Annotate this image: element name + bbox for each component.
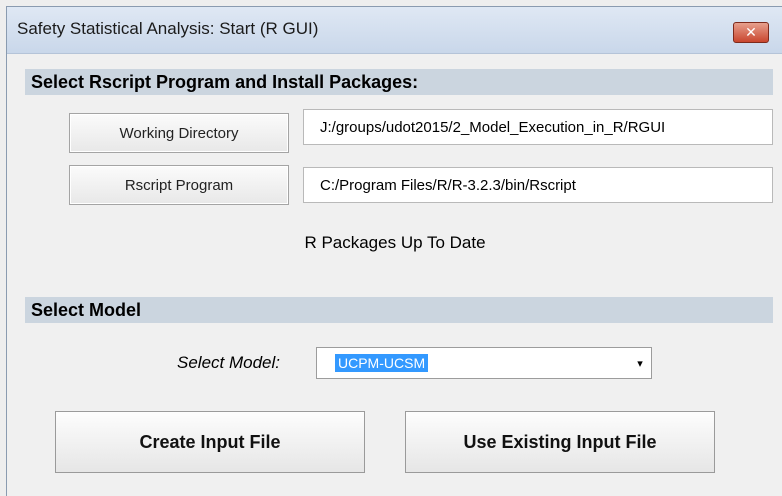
working-directory-field[interactable]: J:/groups/udot2015/2_Model_Execution_in_… (303, 109, 773, 145)
close-icon: ✕ (745, 24, 757, 41)
window-title: Safety Statistical Analysis: Start (R GU… (17, 19, 319, 38)
use-existing-input-file-button[interactable]: Use Existing Input File (405, 411, 715, 473)
dialog-window: Safety Statistical Analysis: Start (R GU… (6, 6, 782, 496)
model-select[interactable]: UCPM-UCSM ▾ (316, 347, 652, 379)
packages-status: R Packages Up To Date (304, 233, 486, 252)
section-header-model: Select Model (25, 297, 773, 323)
rscript-program-field[interactable]: C:/Program Files/R/R-3.2.3/bin/Rscript (303, 167, 773, 203)
title-bar[interactable]: Safety Statistical Analysis: Start (R GU… (7, 7, 782, 54)
create-input-file-button[interactable]: Create Input File (55, 411, 365, 473)
rscript-program-button[interactable]: Rscript Program (69, 165, 289, 205)
section-header-rscript: Select Rscript Program and Install Packa… (25, 69, 773, 95)
model-select-value: UCPM-UCSM (335, 354, 429, 372)
close-button[interactable]: ✕ (733, 22, 769, 43)
select-model-label: Select Model: (177, 353, 280, 372)
chevron-down-icon[interactable]: ▾ (633, 354, 647, 372)
working-directory-button[interactable]: Working Directory (69, 113, 289, 153)
